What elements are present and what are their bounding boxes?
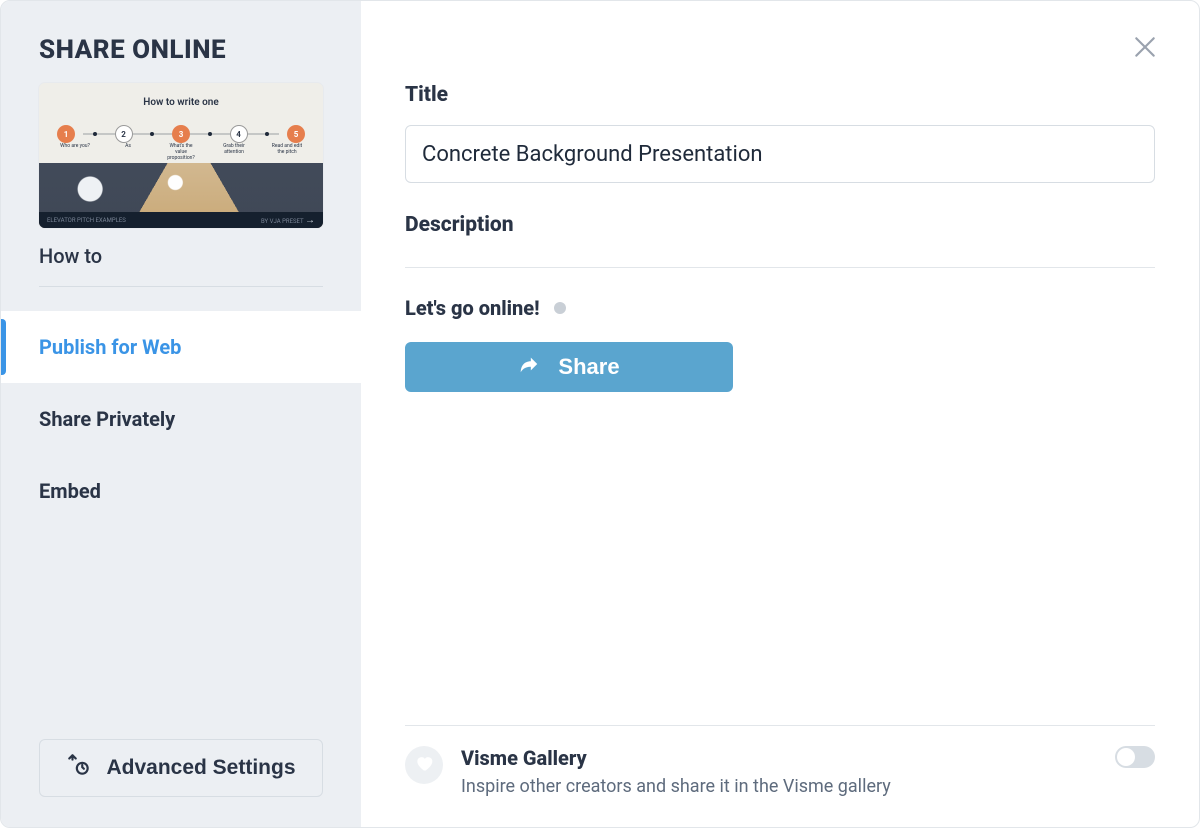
step-5: 5 <box>287 125 305 143</box>
share-mode-nav: Publish for Web Share Privately Embed <box>1 311 361 527</box>
thumbnail-step-labels: Who are you? As What's the value proposi… <box>57 143 305 161</box>
advanced-settings-label: Advanced Settings <box>106 756 295 780</box>
thumbnail-steps: 1 2 3 4 5 <box>57 125 305 143</box>
nav-item-label: Embed <box>39 479 101 503</box>
description-row[interactable]: Description <box>405 213 1155 237</box>
share-button-label: Share <box>558 354 619 380</box>
gallery-section: Visme Gallery Inspire other creators and… <box>405 725 1155 827</box>
advanced-settings-icon <box>66 752 92 784</box>
project-thumbnail[interactable]: How to write one 1 2 3 4 5 Who <box>39 83 323 228</box>
sidebar-divider <box>39 286 323 287</box>
thumbnail-strip-right-group: BY VJA PRESET → <box>261 215 315 226</box>
thumbnail-top: How to write one 1 2 3 4 5 Who <box>39 83 323 163</box>
close-button[interactable] <box>1131 35 1159 63</box>
nav-publish-for-web[interactable]: Publish for Web <box>1 311 361 383</box>
thumbnail-strip: ELEVATOR PITCH EXAMPLES BY VJA PRESET → <box>39 212 323 228</box>
advanced-settings-button[interactable]: Advanced Settings <box>39 739 323 797</box>
divider <box>405 725 1155 726</box>
sidebar-header: SHARE ONLINE How to write one 1 2 3 4 <box>1 1 361 287</box>
share-button[interactable]: Share <box>405 342 733 392</box>
title-field-label: Title <box>405 83 1155 107</box>
close-icon <box>1132 34 1158 64</box>
gallery-subtitle: Inspire other creators and share it in t… <box>461 776 891 797</box>
step-1: 1 <box>57 125 75 143</box>
arrow-right-icon: → <box>305 215 315 226</box>
status-dot-icon <box>554 302 566 314</box>
nav-item-label: Share Privately <box>39 407 175 431</box>
go-online-heading: Let's go online! <box>405 296 1155 320</box>
share-icon <box>518 353 540 381</box>
thumbnail-heading: How to write one <box>39 97 323 108</box>
share-online-modal: SHARE ONLINE How to write one 1 2 3 4 <box>0 0 1200 828</box>
description-label: Description <box>405 213 514 237</box>
step-3: 3 <box>172 125 190 143</box>
sidebar: SHARE ONLINE How to write one 1 2 3 4 <box>1 1 361 827</box>
gallery-toggle[interactable] <box>1115 746 1155 768</box>
go-online-label: Let's go online! <box>405 296 540 320</box>
title-input[interactable] <box>405 125 1155 183</box>
thumbnail-strip-right: BY VJA PRESET <box>261 218 304 225</box>
add-description-button[interactable] <box>1131 213 1155 237</box>
heart-icon <box>414 753 434 777</box>
project-name: How to <box>39 244 323 268</box>
nav-share-privately[interactable]: Share Privately <box>1 383 361 455</box>
gallery-title: Visme Gallery <box>461 746 891 770</box>
gallery-heart-badge <box>405 746 443 784</box>
nav-embed[interactable]: Embed <box>1 455 361 527</box>
step-4: 4 <box>230 125 248 143</box>
main-panel: Title Description Let's go online! Share <box>361 1 1199 827</box>
thumbnail-strip-left: ELEVATOR PITCH EXAMPLES <box>47 217 126 224</box>
sidebar-footer: Advanced Settings <box>1 739 361 827</box>
sidebar-title: SHARE ONLINE <box>39 35 323 65</box>
thumbnail-photo: ELEVATOR PITCH EXAMPLES BY VJA PRESET → <box>39 163 323 228</box>
gallery-text: Visme Gallery Inspire other creators and… <box>461 746 891 797</box>
gallery-row: Visme Gallery Inspire other creators and… <box>405 746 1155 797</box>
nav-item-label: Publish for Web <box>39 335 181 359</box>
divider <box>405 267 1155 268</box>
step-2: 2 <box>115 125 133 143</box>
